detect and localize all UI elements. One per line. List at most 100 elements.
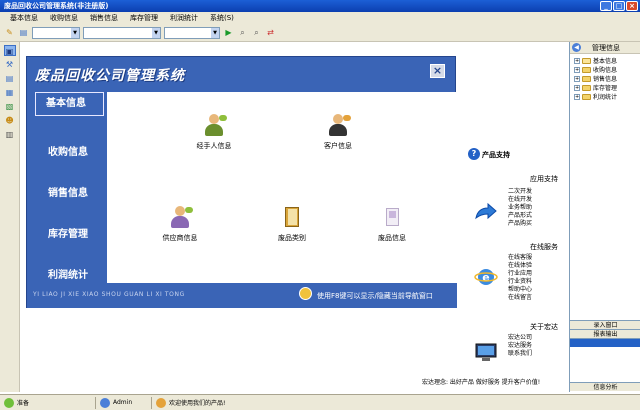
close-button[interactable]: × bbox=[626, 1, 638, 11]
maximize-button[interactable]: □ bbox=[613, 1, 625, 11]
user-icon bbox=[100, 397, 110, 408]
users-icon[interactable]: ☻ bbox=[4, 115, 16, 126]
report-output-button[interactable]: 报表输出 bbox=[570, 329, 640, 338]
welcome-icon bbox=[156, 397, 166, 408]
tree-item-basic-info[interactable]: + 基本信息 bbox=[574, 56, 617, 65]
back-icon[interactable]: ◀ bbox=[572, 43, 581, 52]
panel-nav: 基本信息 收购信息 销售信息 库存管理 利润统计 bbox=[27, 92, 107, 296]
tools-icon[interactable]: ⚒ bbox=[4, 59, 16, 70]
tile-item-info[interactable]: 废品信息 bbox=[357, 206, 427, 243]
status-ready-text: 准备 bbox=[17, 400, 30, 407]
link-contact-us[interactable]: 联系我们 bbox=[508, 348, 532, 357]
right-pane-title-text: 管理信息 bbox=[592, 44, 620, 52]
export-icon[interactable]: ⇄ bbox=[265, 27, 276, 38]
search-icon[interactable]: ⌕ bbox=[237, 27, 248, 38]
about-heading: 关于宏达 bbox=[530, 323, 558, 331]
panel-content: 经手人信息 客户信息 供应商信息 废品类别 废品信息 bbox=[107, 92, 457, 283]
menu-sales-info[interactable]: 销售信息 bbox=[84, 12, 124, 24]
tile-supplier-info[interactable]: 供应商信息 bbox=[145, 206, 215, 243]
panel-title: 废品回收公司管理系统 bbox=[35, 68, 185, 84]
toolbar: ✎ ▤ ▼ ▼ ▼ ▶ ⌕ ⌕ ⇄ bbox=[0, 24, 640, 42]
input-window-button[interactable]: 录入窗口 bbox=[570, 320, 640, 329]
info-tree: + 基本信息 + 收购信息 + 销售信息 + 库存管理 + 利润统计 bbox=[574, 56, 617, 101]
document-icon[interactable]: ▤ bbox=[18, 27, 29, 38]
tree-label: 收购信息 bbox=[593, 67, 618, 74]
right-pane: ◀ 管理信息 + 基本信息 + 收购信息 + 销售信息 + 库存管理 + 利润统… bbox=[569, 42, 640, 392]
menu-system[interactable]: 系统(S) bbox=[204, 12, 240, 24]
handler-person-icon bbox=[203, 114, 227, 138]
tile-label: 经手人信息 bbox=[196, 142, 232, 150]
tile-customer-info[interactable]: 客户信息 bbox=[303, 114, 373, 151]
status-welcome-text: 欢迎使用我们的产品! bbox=[169, 400, 226, 407]
app-support-heading: 应用支持 bbox=[530, 175, 558, 183]
category-book-icon bbox=[281, 206, 303, 230]
expand-icon[interactable]: + bbox=[574, 84, 580, 91]
menu-purchase-info[interactable]: 收购信息 bbox=[44, 12, 84, 24]
window-title: 废品回收公司管理系统(非注册版) bbox=[4, 2, 109, 10]
status-ready: 准备 bbox=[0, 396, 96, 409]
arrow-icon bbox=[474, 202, 498, 226]
pencil-icon[interactable]: ✎ bbox=[4, 27, 15, 38]
support-title: 产品支持 bbox=[482, 151, 510, 159]
tree-item-sales-info[interactable]: + 销售信息 bbox=[574, 74, 617, 83]
expand-icon[interactable]: + bbox=[574, 75, 580, 82]
search-next-icon[interactable]: ⌕ bbox=[251, 27, 262, 38]
supplier-person-icon bbox=[169, 206, 193, 230]
folder-icon bbox=[582, 93, 591, 100]
folder-icon bbox=[582, 75, 591, 82]
tree-item-purchase-info[interactable]: + 收购信息 bbox=[574, 65, 617, 74]
panel-close-button[interactable]: × bbox=[430, 64, 445, 78]
navigation-panel: 废品回收公司管理系统 × 基本信息 收购信息 销售信息 库存管理 利润统计 经手… bbox=[26, 56, 457, 308]
link-online-message[interactable]: 在线留言 bbox=[508, 292, 532, 301]
nav-purchase-info[interactable]: 收购信息 bbox=[27, 132, 107, 173]
expand-icon[interactable]: + bbox=[574, 66, 580, 73]
tree-label: 销售信息 bbox=[593, 76, 618, 83]
list-icon[interactable]: ▤ bbox=[4, 73, 16, 84]
tile-label: 废品类别 bbox=[278, 234, 306, 242]
tile-handler-info[interactable]: 经手人信息 bbox=[179, 114, 249, 151]
ready-icon bbox=[4, 397, 14, 408]
item-info-icon bbox=[381, 206, 403, 230]
nav-inventory[interactable]: 库存管理 bbox=[27, 214, 107, 255]
title-bar: 废品回收公司管理系统(非注册版) _ □ × bbox=[0, 0, 640, 12]
customer-person-icon bbox=[327, 114, 351, 138]
status-user-text: Admin bbox=[113, 399, 133, 406]
question-icon: ? bbox=[468, 148, 480, 160]
footer-tip: 使用F8键可以显示/隐藏当前导航窗口 bbox=[317, 292, 433, 300]
menu-profit-stats[interactable]: 利润统计 bbox=[164, 12, 204, 24]
tile-category[interactable]: 废品类别 bbox=[257, 206, 327, 243]
status-welcome: 欢迎使用我们的产品! bbox=[152, 397, 640, 409]
menu-inventory[interactable]: 库存管理 bbox=[124, 12, 164, 24]
trash-icon[interactable]: ▥ bbox=[4, 129, 16, 140]
hongda-slogan: 宏达理念: 出好产品 做好服务 提升客户价值! bbox=[422, 379, 541, 386]
table-icon[interactable]: ▦ bbox=[4, 87, 16, 98]
menu-bar: 基本信息 收购信息 销售信息 库存管理 利润统计 系统(S) bbox=[0, 12, 640, 24]
nav-basic-info[interactable]: 基本信息 bbox=[35, 92, 104, 116]
selected-row bbox=[570, 338, 640, 347]
tree-item-inventory[interactable]: + 库存管理 bbox=[574, 83, 617, 92]
panel-footer: YI LIAO JI XIE XIAO SHOU GUAN LI XI TONG… bbox=[27, 283, 457, 308]
online-service-heading: 在线服务 bbox=[530, 243, 558, 251]
expand-icon[interactable]: + bbox=[574, 57, 580, 64]
toolbar-select-2[interactable]: ▼ bbox=[83, 26, 161, 39]
folder-icon bbox=[582, 66, 591, 73]
menu-basic-info[interactable]: 基本信息 bbox=[4, 12, 44, 24]
status-bar: 准备 Admin 欢迎使用我们的产品! bbox=[0, 394, 640, 410]
toolbar-select-1[interactable]: ▼ bbox=[32, 26, 80, 39]
nav-sales-info[interactable]: 销售信息 bbox=[27, 173, 107, 214]
status-user: Admin bbox=[96, 396, 152, 409]
nav-panel-icon[interactable]: ▣ bbox=[3, 45, 16, 56]
play-icon[interactable]: ▶ bbox=[223, 27, 234, 38]
tree-label: 利润统计 bbox=[593, 94, 618, 101]
left-icon-strip: ▣ ⚒ ▤ ▦ ▧ ☻ ▥ bbox=[0, 42, 20, 392]
image-icon[interactable]: ▧ bbox=[4, 101, 16, 112]
minimize-button[interactable]: _ bbox=[600, 1, 612, 11]
toolbar-select-3[interactable]: ▼ bbox=[164, 26, 220, 39]
tree-item-profit-stats[interactable]: + 利润统计 bbox=[574, 92, 617, 101]
browser-icon: e bbox=[474, 264, 498, 288]
expand-icon[interactable]: + bbox=[574, 93, 580, 100]
info-analysis-button[interactable]: 信息分析 bbox=[570, 382, 640, 391]
link-product-buy[interactable]: 产品购买 bbox=[508, 218, 532, 227]
tile-label: 供应商信息 bbox=[162, 234, 198, 242]
tile-label: 客户信息 bbox=[324, 142, 352, 150]
